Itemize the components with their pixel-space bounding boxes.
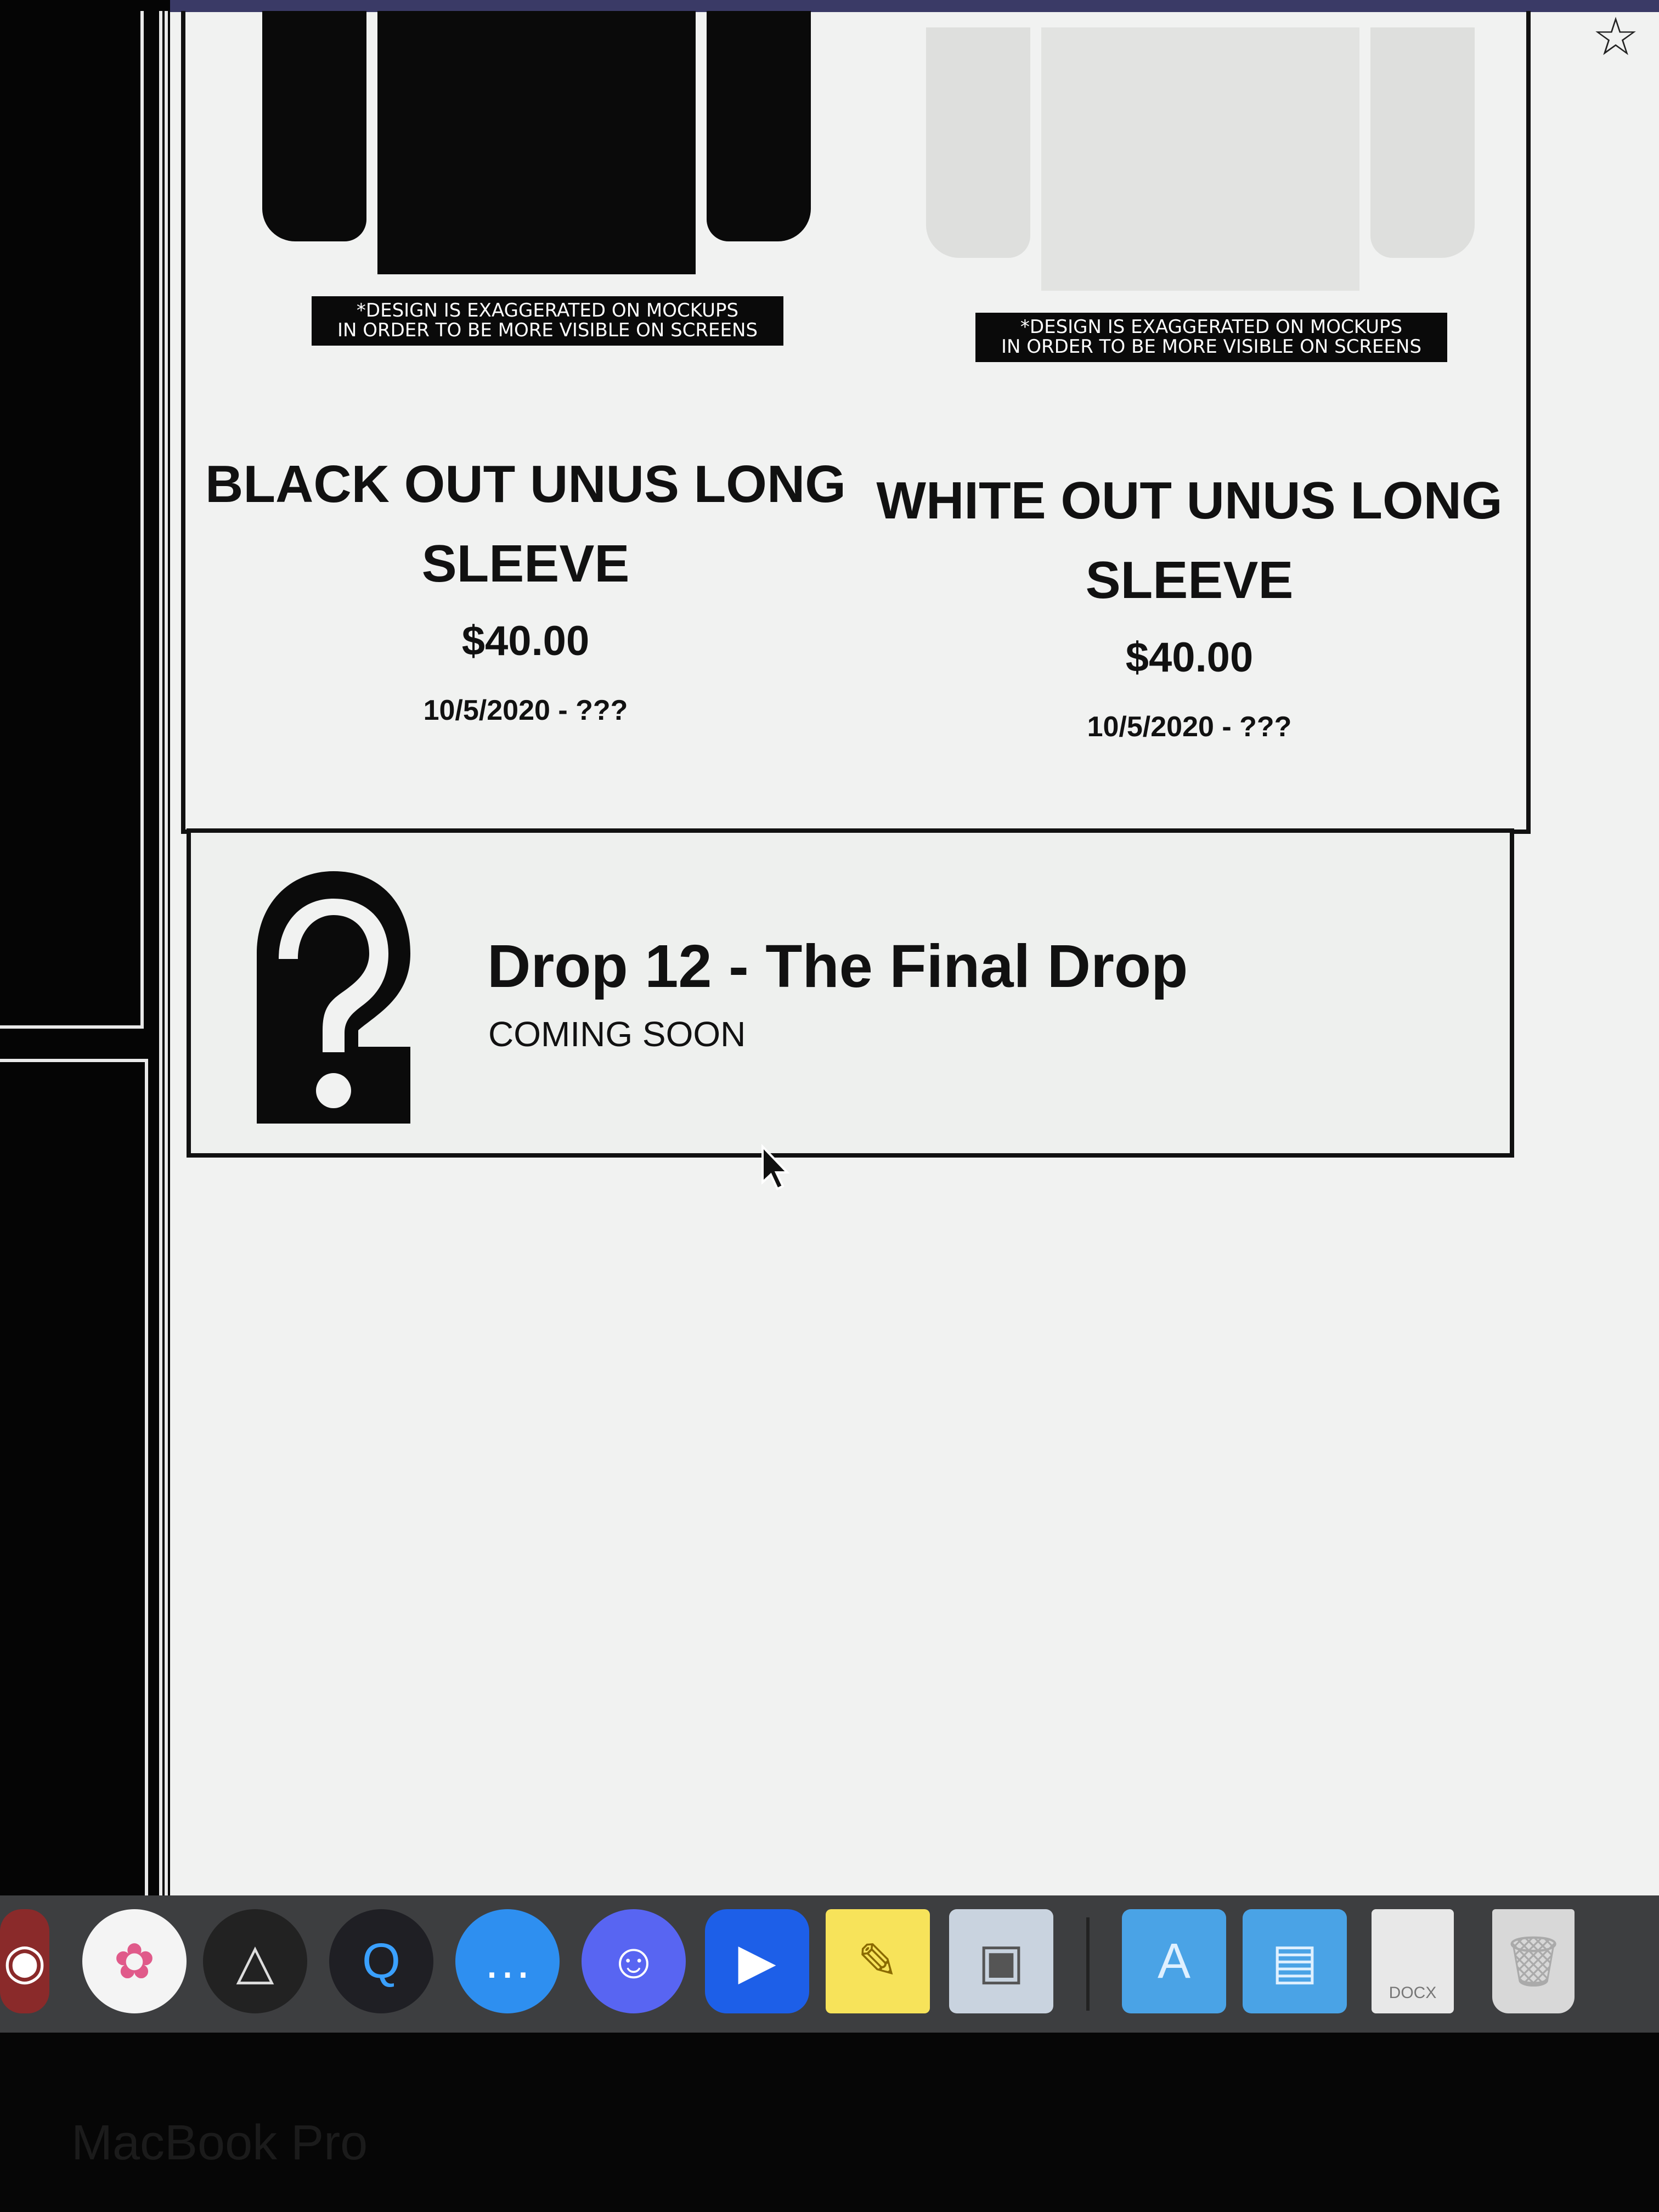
- disclaimer-line: IN ORDER TO BE MORE VISIBLE ON SCREENS: [337, 319, 758, 341]
- drop-status: COMING SOON: [488, 1014, 746, 1054]
- product-title[interactable]: BLACK OUT UNUS LONG SLEEVE: [202, 444, 849, 603]
- mouse-cursor-icon: [761, 1144, 790, 1190]
- dock: ◉ ✿ △ Q … ☺ ▶ ✎ ▣ A ▤ DOCX 🗑: [0, 1895, 1659, 2033]
- messages-icon[interactable]: …: [455, 1909, 560, 2013]
- drop-card[interactable]: Drop 12 - The Final Drop COMING SOON: [187, 828, 1514, 1158]
- product-price: $40.00: [1125, 634, 1254, 681]
- disclaimer-line: *DESIGN IS EXAGGERATED ON MOCKUPS: [356, 300, 739, 321]
- shirt-sleeve-right: [707, 11, 811, 241]
- product-title-line: SLEEVE: [1085, 551, 1294, 610]
- laptop-bezel: MacBook Pro: [0, 2033, 1659, 2212]
- quicktime-icon[interactable]: Q: [329, 1909, 433, 2013]
- left-sidebar: [0, 0, 187, 1898]
- page-content: ☆ *DESIGN IS EXAGGERATED ON MOCKUPS IN O…: [170, 0, 1659, 1898]
- shirt-sleeve-left: [262, 11, 366, 241]
- product-title[interactable]: WHITE OUT UNUS LONG SLEEVE: [866, 461, 1513, 620]
- shirt-body: [1041, 27, 1359, 291]
- product-price: $40.00: [461, 618, 590, 664]
- product-item[interactable]: *DESIGN IS EXAGGERATED ON MOCKUPS IN ORD…: [866, 27, 1513, 795]
- prism-icon[interactable]: △: [203, 1909, 307, 2013]
- product-title-line: WHITE OUT UNUS LONG: [876, 471, 1503, 530]
- docx-file-icon[interactable]: DOCX: [1372, 1909, 1454, 2013]
- drop-title[interactable]: Drop 12 - The Final Drop: [487, 932, 1188, 1001]
- mockup-disclaimer: *DESIGN IS EXAGGERATED ON MOCKUPS IN ORD…: [312, 296, 783, 346]
- bezel-label: MacBook Pro: [71, 2115, 368, 2170]
- preview-icon[interactable]: ▣: [949, 1909, 1053, 2013]
- product-grid-card: *DESIGN IS EXAGGERATED ON MOCKUPS IN ORD…: [181, 11, 1531, 834]
- sidebar-panel-top: [0, 11, 144, 1029]
- bookmark-star-icon[interactable]: ☆: [1592, 11, 1639, 64]
- toolbar-edge: [170, 0, 1659, 12]
- shirt-sleeve-left: [926, 27, 1030, 258]
- product-date: 10/5/2020 - ???: [1087, 711, 1292, 743]
- sidebar-panel-bottom: [0, 1059, 148, 1898]
- discord-icon[interactable]: ☺: [582, 1909, 686, 2013]
- product-item[interactable]: *DESIGN IS EXAGGERATED ON MOCKUPS IN ORD…: [202, 11, 849, 779]
- zoom-icon[interactable]: ▶: [705, 1909, 809, 2013]
- trash-icon[interactable]: 🗑: [1492, 1909, 1575, 2013]
- white-shirt-image[interactable]: [926, 27, 1475, 296]
- product-title-line: BLACK OUT UNUS LONG: [205, 455, 846, 514]
- disclaimer-line: IN ORDER TO BE MORE VISIBLE ON SCREENS: [1001, 336, 1422, 358]
- shirt-sleeve-right: [1370, 27, 1475, 258]
- sidebar-scroll-rail[interactable]: [159, 11, 168, 1898]
- mockup-disclaimer: *DESIGN IS EXAGGERATED ON MOCKUPS IN ORD…: [975, 313, 1447, 362]
- product-date: 10/5/2020 - ???: [423, 695, 628, 726]
- docx-file-label: DOCX: [1389, 1984, 1437, 2002]
- shirt-body: [377, 11, 696, 274]
- product-title-line: SLEEVE: [421, 534, 630, 593]
- stickies-icon[interactable]: ✎: [826, 1909, 930, 2013]
- black-shirt-image[interactable]: [262, 11, 811, 280]
- dock-separator: [1086, 1917, 1090, 2011]
- photo-booth-icon[interactable]: ◉: [0, 1909, 49, 2013]
- question-mark-icon: [257, 871, 410, 1124]
- applications-folder-icon[interactable]: A: [1122, 1909, 1226, 2013]
- photos-icon[interactable]: ✿: [82, 1909, 187, 2013]
- disclaimer-line: *DESIGN IS EXAGGERATED ON MOCKUPS: [1020, 316, 1403, 338]
- documents-folder-icon[interactable]: ▤: [1243, 1909, 1347, 2013]
